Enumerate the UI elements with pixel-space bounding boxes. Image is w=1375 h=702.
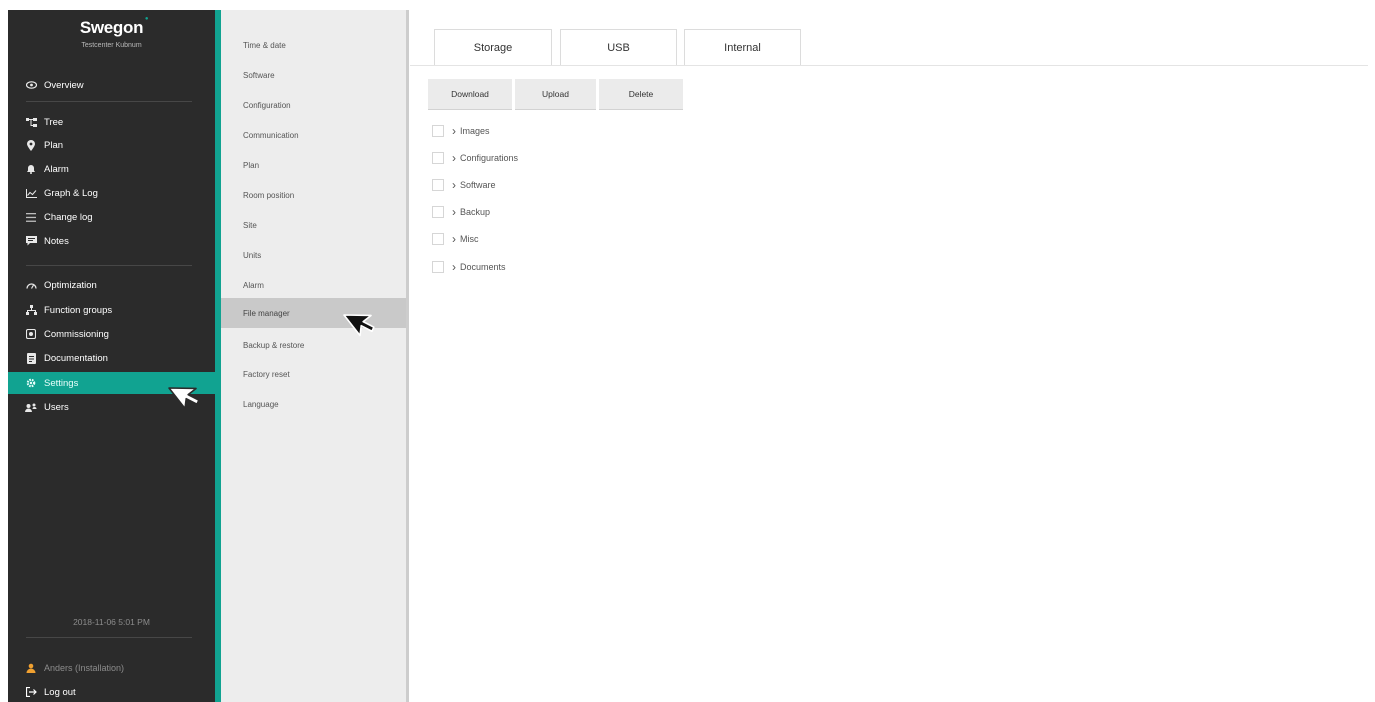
gear-icon [25, 378, 37, 388]
users-icon [25, 403, 37, 412]
current-user[interactable]: Anders (Installation) [8, 658, 215, 678]
settings-item-room-position[interactable]: Room position [221, 180, 406, 210]
folder-row-images: › Images [432, 123, 490, 139]
nav-tree-label: Tree [44, 116, 64, 128]
tab-storage[interactable]: Storage [434, 29, 552, 65]
settings-item-units[interactable]: Units [221, 240, 406, 270]
nav-documentation-label: Documentation [44, 352, 108, 364]
nav-function-groups-label: Function groups [44, 304, 113, 316]
logout-label: Log out [44, 686, 76, 698]
nav-settings-label: Settings [44, 377, 79, 389]
current-datetime: 2018-11-06 5:01 PM [73, 617, 150, 627]
folder-checkbox[interactable] [432, 179, 444, 191]
nav-commissioning-label: Commissioning [44, 328, 109, 340]
folder-checkbox[interactable] [432, 261, 444, 273]
settings-item-language[interactable]: Language [221, 389, 406, 419]
settings-item-alarm[interactable]: Alarm [221, 270, 406, 300]
folder-name[interactable]: Backup [460, 207, 490, 217]
folder-checkbox[interactable] [432, 125, 444, 137]
gauge-icon [25, 282, 37, 289]
chevron-right-icon[interactable]: › [452, 233, 456, 245]
nav-optimization[interactable]: Optimization [8, 274, 215, 296]
bell-icon [25, 164, 37, 174]
pointer-cursor-icon [343, 314, 375, 337]
submenu-border [406, 10, 409, 702]
upload-button[interactable]: Upload [515, 79, 596, 110]
folder-name[interactable]: Configurations [460, 153, 518, 163]
chevron-right-icon[interactable]: › [452, 261, 456, 273]
nav-notes[interactable]: Notes [8, 230, 215, 252]
folder-row-documents: › Documents [432, 259, 506, 275]
delete-button[interactable]: Delete [599, 79, 683, 110]
pointer-cursor-icon [168, 387, 200, 410]
logout-button[interactable]: Log out [8, 682, 215, 702]
chart-line-icon [25, 188, 37, 198]
chevron-right-icon[interactable]: › [452, 125, 456, 137]
folder-checkbox[interactable] [432, 233, 444, 245]
footer-divider [26, 637, 192, 638]
settings-item-factory-reset[interactable]: Factory reset [221, 359, 406, 389]
user-icon [25, 663, 37, 673]
nav-optimization-label: Optimization [44, 279, 97, 291]
document-icon [25, 352, 37, 364]
swegon-logo: Swegon ● [79, 16, 149, 37]
folder-name[interactable]: Software [460, 180, 496, 190]
nav-alarm-label: Alarm [44, 163, 69, 175]
tabs-baseline [410, 65, 1368, 66]
folder-checkbox[interactable] [432, 206, 444, 218]
nav-divider [26, 101, 192, 102]
hierarchy-icon [25, 305, 37, 315]
settings-item-site[interactable]: Site [221, 210, 406, 240]
folder-name[interactable]: Documents [460, 262, 506, 272]
nav-alarm[interactable]: Alarm [8, 158, 215, 180]
folder-name[interactable]: Misc [460, 234, 479, 244]
folder-row-backup: › Backup [432, 204, 490, 220]
folder-name[interactable]: Images [460, 126, 490, 136]
main-sidebar: Swegon ● Testcenter Kubnum Overview Tree … [8, 10, 221, 702]
folder-row-misc: › Misc [432, 231, 479, 247]
nav-plan-label: Plan [44, 139, 64, 151]
folder-row-configurations: › Configurations [432, 150, 518, 166]
settings-item-software[interactable]: Software [221, 60, 406, 90]
chevron-right-icon[interactable]: › [452, 179, 456, 191]
tab-internal[interactable]: Internal [684, 29, 801, 65]
settings-item-plan[interactable]: Plan [221, 150, 406, 180]
settings-item-configuration[interactable]: Configuration [221, 90, 406, 120]
download-button[interactable]: Download [428, 79, 512, 110]
chevron-right-icon[interactable]: › [452, 206, 456, 218]
nav-overview[interactable]: Overview [8, 74, 215, 96]
nav-documentation[interactable]: Documentation [8, 347, 215, 369]
tree-icon [25, 117, 37, 127]
folder-row-software: › Software [432, 177, 496, 193]
nav-change-log[interactable]: Change log [8, 206, 215, 228]
comment-icon [25, 236, 37, 246]
brand: Swegon ● Testcenter Kubnum [8, 10, 215, 70]
commissioning-icon [25, 329, 37, 339]
logout-icon [25, 687, 37, 697]
site-name: Testcenter Kubnum [81, 42, 142, 49]
nav-overview-label: Overview [44, 79, 84, 91]
settings-item-time-date[interactable]: Time & date [221, 30, 406, 60]
nav-graph-log-label: Graph & Log [44, 187, 98, 199]
nav-commissioning[interactable]: Commissioning [8, 323, 215, 345]
nav-change-log-label: Change log [44, 211, 93, 223]
nav-function-groups[interactable]: Function groups [8, 299, 215, 321]
settings-item-communication[interactable]: Communication [221, 120, 406, 150]
chevron-right-icon[interactable]: › [452, 152, 456, 164]
list-icon [25, 212, 37, 222]
nav-users-label: Users [44, 401, 69, 413]
nav-tree[interactable]: Tree [8, 111, 215, 133]
current-user-label: Anders (Installation) [44, 663, 125, 673]
eye-icon [25, 81, 37, 89]
settings-submenu: Time & date Software Configuration Commu… [221, 10, 406, 702]
folder-checkbox[interactable] [432, 152, 444, 164]
tab-usb[interactable]: USB [560, 29, 677, 65]
nav-plan[interactable]: Plan [8, 134, 215, 156]
nav-divider [26, 265, 192, 266]
nav-notes-label: Notes [44, 235, 69, 247]
nav-graph-log[interactable]: Graph & Log [8, 182, 215, 204]
map-pin-icon [25, 139, 37, 151]
